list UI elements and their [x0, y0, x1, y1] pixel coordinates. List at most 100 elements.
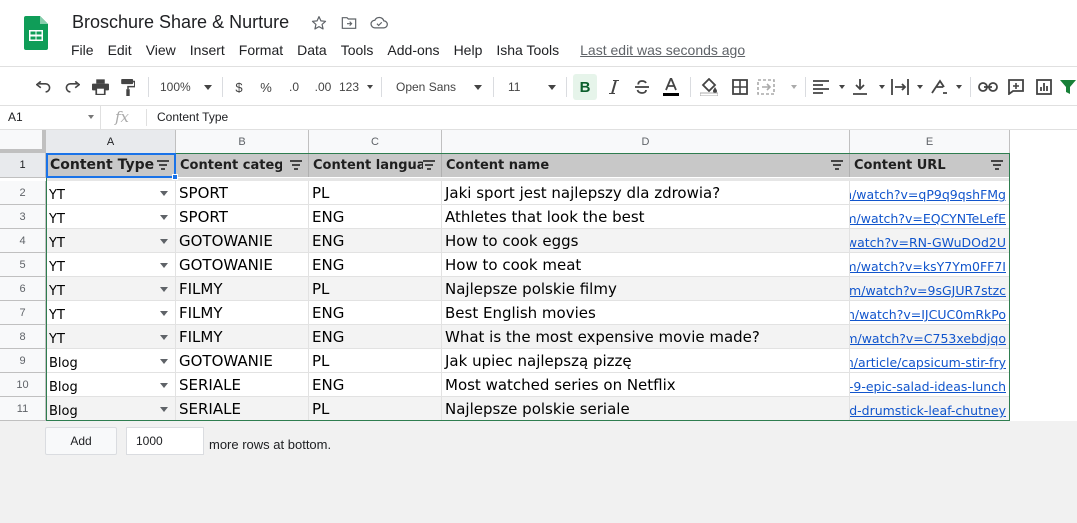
increase-decimal-button[interactable]: .00 — [311, 74, 335, 100]
chevron-down-icon[interactable] — [160, 191, 168, 196]
name-cell[interactable]: Jak upiec najlepszą pizzę — [442, 349, 850, 373]
paint-format-icon[interactable] — [117, 74, 139, 100]
language-cell[interactable]: ENG — [309, 373, 442, 397]
rows-count-input[interactable]: 1000 — [126, 427, 204, 455]
chevron-down-icon[interactable] — [160, 359, 168, 364]
language-cell[interactable]: ENG — [309, 301, 442, 325]
header-cell-content-url[interactable]: Content URL — [850, 153, 1010, 177]
language-cell[interactable]: PL — [309, 277, 442, 301]
language-cell[interactable]: ENG — [309, 325, 442, 349]
merge-cells-icon[interactable] — [757, 74, 797, 100]
column-header-a[interactable]: A — [46, 130, 176, 153]
type-dropdown-cell[interactable]: YT — [46, 277, 176, 301]
menu-help[interactable]: Help — [447, 39, 490, 61]
category-cell[interactable]: FILMY — [176, 277, 309, 301]
menu-view[interactable]: View — [139, 39, 183, 61]
row-header-3[interactable]: 3 — [0, 205, 46, 229]
menu-addons[interactable]: Add-ons — [380, 39, 446, 61]
language-cell[interactable]: PL — [309, 397, 442, 421]
name-cell[interactable]: Most watched series on Netflix — [442, 373, 850, 397]
header-cell-content-category[interactable]: Content category — [176, 153, 309, 177]
vertical-align-icon[interactable] — [853, 74, 885, 100]
font-family-select[interactable]: Open Sans — [392, 74, 486, 100]
filter-icon[interactable] — [831, 160, 843, 170]
row-header-7[interactable]: 7 — [0, 301, 46, 325]
row-header-10[interactable]: 10 — [0, 373, 46, 397]
chevron-down-icon[interactable] — [160, 311, 168, 316]
percent-format-button[interactable]: % — [257, 74, 275, 100]
category-cell[interactable]: SPORT — [176, 205, 309, 229]
category-cell[interactable]: FILMY — [176, 325, 309, 349]
text-wrapping-icon[interactable] — [891, 74, 923, 100]
name-cell[interactable]: Best English movies — [442, 301, 850, 325]
type-dropdown-cell[interactable]: Blog — [46, 349, 176, 373]
row-header-9[interactable]: 9 — [0, 349, 46, 373]
language-cell[interactable]: PL — [309, 349, 442, 373]
italic-icon[interactable] — [603, 74, 625, 100]
url-link[interactable]: d-drumstick-leaf-chutney — [850, 397, 1010, 421]
url-link[interactable]: n/article/capsicum-stir-fry — [850, 349, 1010, 373]
column-header-c[interactable]: C — [309, 130, 442, 153]
add-rows-button[interactable]: Add — [45, 427, 117, 455]
name-cell[interactable]: How to cook meat — [442, 253, 850, 277]
chevron-down-icon[interactable] — [160, 239, 168, 244]
category-cell[interactable]: FILMY — [176, 301, 309, 325]
category-cell[interactable]: SPORT — [176, 181, 309, 205]
insert-comment-icon[interactable] — [1005, 74, 1027, 100]
type-dropdown-cell[interactable]: YT — [46, 301, 176, 325]
url-link[interactable]: m/watch?v=qP9q9qshFMg — [850, 181, 1010, 205]
font-size-select[interactable]: 11 — [504, 74, 560, 100]
category-cell[interactable]: SERIALE — [176, 397, 309, 421]
print-icon[interactable] — [89, 74, 111, 100]
type-dropdown-cell[interactable]: YT — [46, 325, 176, 349]
chevron-down-icon[interactable] — [160, 287, 168, 292]
language-cell[interactable]: PL — [309, 181, 442, 205]
type-dropdown-cell[interactable]: Blog — [46, 373, 176, 397]
url-link[interactable]: m/watch?v=ksY7Ym0FF7I — [850, 253, 1010, 277]
name-cell[interactable]: Najlepsze polskie filmy — [442, 277, 850, 301]
type-dropdown-cell[interactable]: YT — [46, 253, 176, 277]
language-cell[interactable]: ENG — [309, 229, 442, 253]
zoom-select[interactable]: 100% — [156, 74, 216, 100]
bold-button[interactable]: B — [573, 74, 597, 100]
chevron-down-icon[interactable] — [160, 383, 168, 388]
name-cell[interactable]: Najlepsze polskie seriale — [442, 397, 850, 421]
header-cell-content-name[interactable]: Content name — [442, 153, 850, 177]
decrease-decimal-button[interactable]: .0 — [283, 74, 305, 100]
redo-icon[interactable] — [61, 74, 83, 100]
name-cell[interactable]: Jaki sport jest najlepszy dla zdrowia? — [442, 181, 850, 205]
fill-color-icon[interactable] — [698, 74, 720, 100]
category-cell[interactable]: GOTOWANIE — [176, 349, 309, 373]
filter-icon[interactable] — [290, 160, 302, 170]
row-header-1[interactable]: 1 — [0, 153, 46, 178]
more-formats-button[interactable]: 123 — [339, 74, 373, 100]
name-box[interactable]: A1 — [0, 106, 101, 129]
type-dropdown-cell[interactable]: YT — [46, 229, 176, 253]
menu-data[interactable]: Data — [290, 39, 334, 61]
language-cell[interactable]: ENG — [309, 253, 442, 277]
menu-tools[interactable]: Tools — [334, 39, 381, 61]
url-link[interactable]: -9-epic-salad-ideas-lunch — [850, 373, 1010, 397]
row-header-6[interactable]: 6 — [0, 277, 46, 301]
column-header-e[interactable]: E — [850, 130, 1010, 153]
url-link[interactable]: m/watch?v=IJCUC0mRkPo — [850, 301, 1010, 325]
filter-icon[interactable] — [423, 160, 435, 170]
text-rotation-icon[interactable] — [930, 74, 962, 100]
menu-file[interactable]: File — [64, 39, 101, 61]
column-header-d[interactable]: D — [442, 130, 850, 153]
star-icon[interactable] — [310, 14, 328, 32]
filter-icon[interactable] — [157, 160, 169, 170]
undo-icon[interactable] — [33, 74, 55, 100]
chevron-down-icon[interactable] — [160, 335, 168, 340]
row-header-5[interactable]: 5 — [0, 253, 46, 277]
name-cell[interactable]: How to cook eggs — [442, 229, 850, 253]
name-cell[interactable]: Athletes that look the best — [442, 205, 850, 229]
header-cell-content-language[interactable]: Content language — [309, 153, 442, 177]
insert-link-icon[interactable] — [977, 74, 999, 100]
cloud-status-icon[interactable] — [370, 14, 388, 32]
chevron-down-icon[interactable] — [160, 215, 168, 220]
text-color-icon[interactable] — [660, 74, 682, 100]
move-folder-icon[interactable] — [340, 14, 358, 32]
header-cell-content-type[interactable]: Content Type — [46, 153, 176, 177]
last-edit-link[interactable]: Last edit was seconds ago — [580, 39, 745, 61]
